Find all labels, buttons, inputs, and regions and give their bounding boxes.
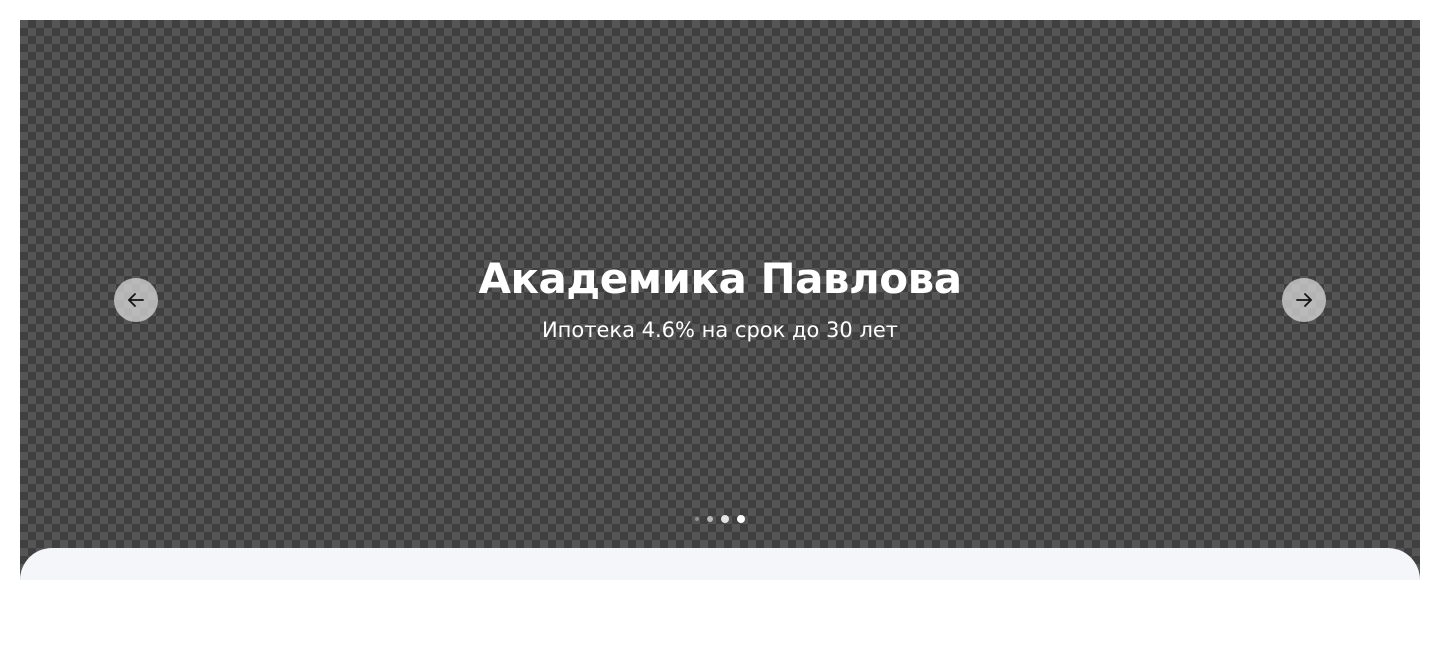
hero-title: Академика Павлова bbox=[478, 254, 962, 303]
arrow-left-icon bbox=[126, 290, 146, 310]
carousel-dot-1[interactable] bbox=[695, 517, 699, 521]
carousel-next-button[interactable] bbox=[1282, 278, 1326, 322]
hero-text-block: Академика Павлова Ипотека 4.6% на срок д… bbox=[20, 254, 1420, 344]
carousel-dot-3[interactable] bbox=[721, 515, 729, 523]
hero-banner: Академика Павлова Ипотека 4.6% на срок д… bbox=[20, 20, 1420, 580]
content-panel-top-edge bbox=[20, 548, 1420, 580]
carousel-prev-button[interactable] bbox=[114, 278, 158, 322]
carousel-dot-2[interactable] bbox=[707, 516, 713, 522]
carousel-pagination bbox=[20, 515, 1420, 523]
carousel-dot-4-active[interactable] bbox=[737, 515, 745, 523]
hero-subtitle: Ипотека 4.6% на срок до 30 лет bbox=[541, 318, 899, 342]
arrow-right-icon bbox=[1294, 290, 1314, 310]
